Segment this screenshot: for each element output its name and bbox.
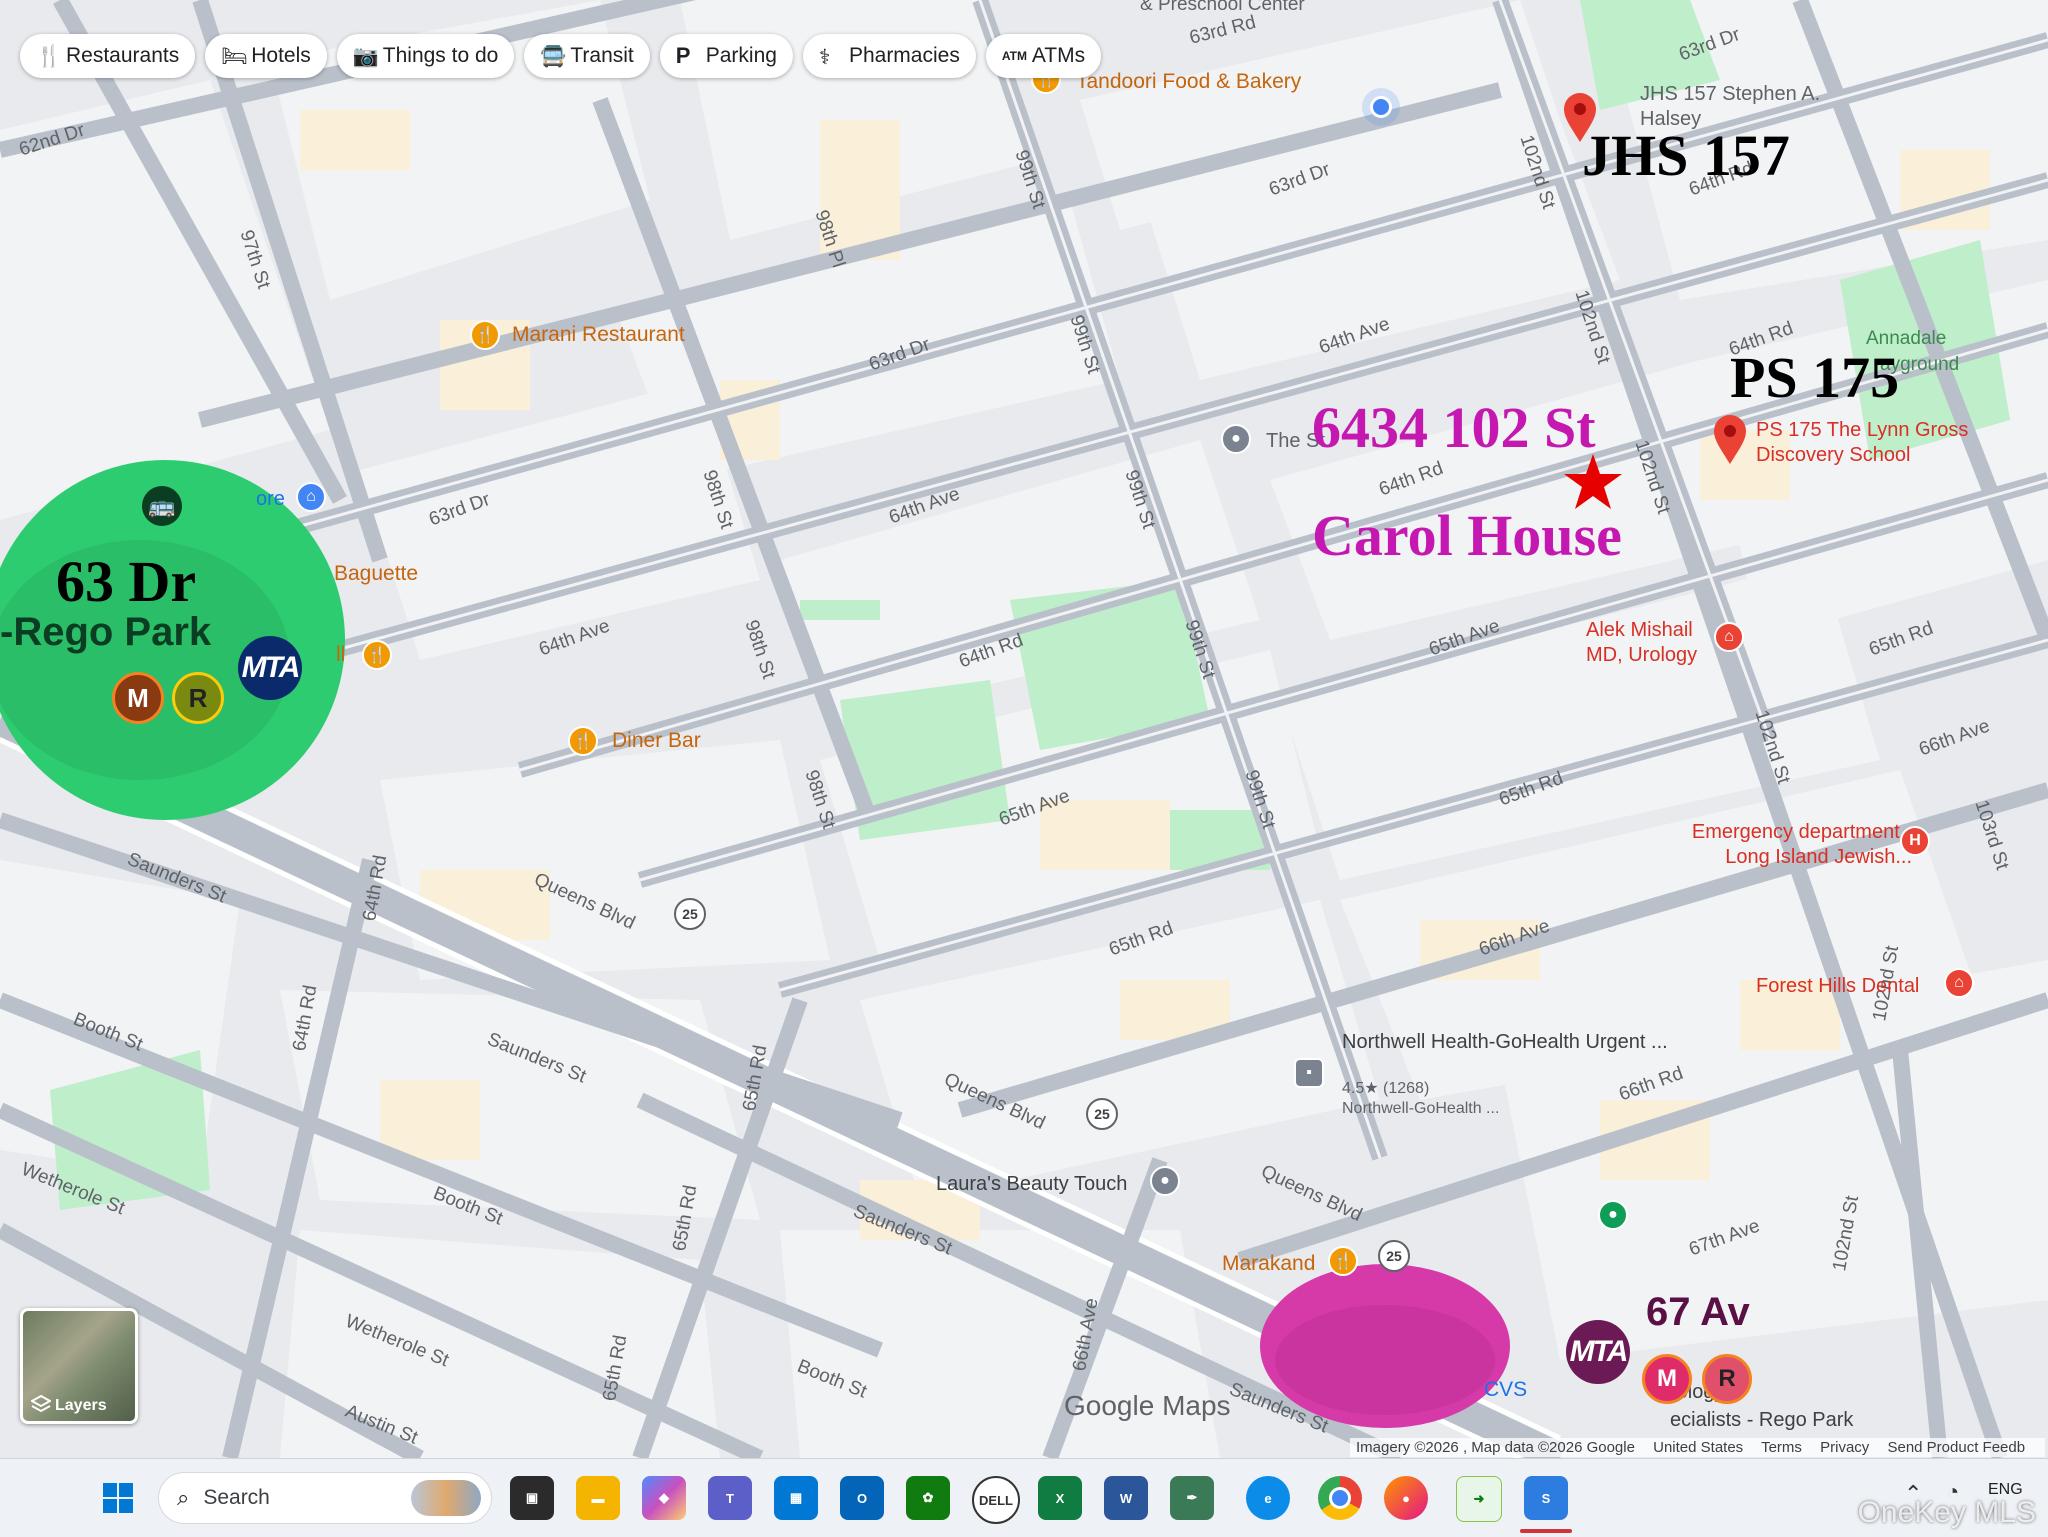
annotation-address: 6434 102 St [1312,395,1596,460]
active-app-indicator [1520,1529,1572,1533]
parking-icon: P [675,43,691,68]
line-r-icon: R [1702,1354,1752,1404]
station-63dr-subtitle: -Rego Park [0,610,212,654]
word-icon[interactable]: W [1104,1476,1148,1520]
fork-knife-icon: 🍴 [36,45,63,68]
route-25-shield: 25 [674,898,706,930]
line-m-icon: M [112,672,164,724]
annotation-carol-house: Carol House [1312,503,1622,568]
pharmacy-icon: ⚕ [818,46,831,69]
red-star-icon [1564,454,1622,509]
restaurant-pin-icon[interactable]: 🍴 [568,726,598,756]
filter-pharmacies[interactable]: ⚕ Pharmacies [802,34,976,78]
excel-icon[interactable]: X [1038,1476,1082,1520]
outlook-icon[interactable]: O [840,1476,884,1520]
poi-ore: ore [256,488,285,510]
dell-icon[interactable]: DELL [972,1476,1020,1524]
file-explorer-icon[interactable]: ▬ [576,1476,620,1520]
attribution-country[interactable]: United States [1653,1439,1743,1456]
filter-hotels[interactable]: 🛏 Hotels [205,34,327,78]
my-location-dot [1370,96,1392,118]
poi-baguette[interactable]: Baguette [334,562,418,586]
restaurant-pin-icon[interactable]: 🍴 [470,320,500,350]
poi-lauras-beauty-touch[interactable]: Laura's Beauty Touch [936,1172,1127,1197]
annotation-ps175: PS 175 [1730,345,1900,410]
privacy-link[interactable]: Privacy [1820,1439,1869,1456]
chrome-icon[interactable] [1318,1476,1362,1520]
filter-parking[interactable]: P Parking [659,34,793,78]
copilot-icon[interactable]: ◆ [642,1476,686,1520]
poi-marakand[interactable]: Marakand [1222,1252,1315,1276]
filter-restaurants[interactable]: 🍴 Restaurants [20,34,196,78]
route-25-shield: 25 [1378,1240,1410,1272]
bus-stop-icon[interactable]: 🚌 [142,486,182,526]
place-pin-icon[interactable]: ● [1150,1166,1180,1196]
poi-northwell-sub: Northwell-GoHealth ... [1342,1100,1500,1117]
store-pin-icon[interactable]: ⌂ [296,482,326,512]
station-67av-name: 67 Av [1646,1290,1750,1334]
camera-icon: 📷 [352,45,379,68]
poi-marani[interactable]: Marani Restaurant [512,323,685,347]
windows-taskbar: ⌕ Search ▣ ▬ ◆ T ▦ O ✿ DELL X W ✒ e ● ➜ … [0,1458,2048,1537]
firefox-icon[interactable]: ● [1384,1476,1428,1520]
snipping-app-icon[interactable]: S [1524,1476,1568,1520]
terms-link[interactable]: Terms [1761,1439,1802,1456]
filter-atms[interactable]: ATM ATMs [985,34,1102,78]
poi-emergency[interactable]: Emergency department - Long Island Jewis… [1662,820,1912,870]
layers-label: Layers [55,1397,107,1414]
edge-icon[interactable]: e [1246,1476,1290,1520]
store-icon[interactable]: ▦ [774,1476,818,1520]
search-icon: ⌕ [177,1485,190,1510]
search-highlight-icon [411,1480,481,1516]
attribution-imagery: Imagery ©2026 , Map data ©2026 Google [1356,1439,1635,1456]
teams-icon[interactable]: T [708,1476,752,1520]
dental-pin-icon[interactable]: ⌂ [1944,968,1974,998]
place-pin-icon[interactable]: ● [1221,424,1251,454]
poi-alek[interactable]: Alek Mishail MD, Urology [1586,618,1706,668]
task-view-icon[interactable]: ▣ [510,1476,554,1520]
clinic-pin-icon[interactable]: ▪ [1294,1058,1324,1088]
medical-pin-icon[interactable]: ⌂ [1714,622,1744,652]
bed-icon: 🛏 [221,45,248,68]
poi-preschool: & Preschool Center [1140,0,1305,15]
pen-tool-icon[interactable]: ✒ [1170,1476,1214,1520]
atm-icon: ATM [1001,49,1027,63]
google-maps-logo: Google Maps [1064,1390,1231,1421]
restaurant-pin-icon[interactable]: 🍴 [1328,1246,1358,1276]
taskbar-search-label: Search [203,1486,270,1509]
mta-logo: MTA [238,636,302,700]
poi-rego-park-specialists: ecialists - Rego Park [1670,1409,1854,1431]
category-filter-bar: 🍴 Restaurants 🛏 Hotels 📷 Things to do 🚍 Tran… [20,34,1102,78]
line-r-icon: R [172,672,224,724]
line-m-icon: M [1642,1354,1692,1404]
layers-icon [31,1395,51,1413]
attribution-bar: Imagery ©2026 , Map data ©2026 Google Un… [1350,1438,2046,1457]
annotation-jhs157: JHS 157 [1582,123,1790,188]
poi-ll: ll [336,643,346,666]
poi-tandoori[interactable]: Tandoori Food & Bakery [1076,70,1301,94]
school-pin-icon[interactable] [1712,414,1748,466]
green-arrow-app-icon[interactable]: ➜ [1456,1476,1502,1522]
poi-forest-hills-dental[interactable]: Forest Hills Dental [1756,974,1919,999]
poi-cvs[interactable]: CVS [1484,1378,1527,1402]
restaurant-pin-icon[interactable]: 🍴 [362,640,392,670]
mta-logo: MTA [1566,1320,1630,1384]
layers-button[interactable]: Layers [20,1308,138,1424]
bus-icon: 🚍 [540,45,567,68]
poi-northwell-rating: 4.5★ (1268) [1342,1080,1430,1097]
route-25-shield: 25 [1086,1098,1118,1130]
solitaire-icon[interactable]: ✿ [906,1476,950,1520]
poi-northwell-name[interactable]: Northwell Health-GoHealth Urgent ... [1342,1030,1668,1055]
windows-start-icon[interactable] [96,1476,140,1520]
station-63dr-name: 63 Dr [56,549,197,614]
hospital-pin-icon[interactable]: H [1900,826,1930,856]
green-pin-icon[interactable]: ● [1598,1200,1628,1230]
poi-diner[interactable]: Diner Bar [612,729,701,753]
taskbar-search[interactable]: ⌕ Search [158,1472,492,1524]
feedback-link[interactable]: Send Product Feedb [1887,1439,2025,1456]
filter-things-to-do[interactable]: 📷 Things to do [336,34,515,78]
poi-ps175[interactable]: PS 175 The Lynn Gross Discovery School [1756,418,2006,468]
filter-transit[interactable]: 🚍 Transit [524,34,650,78]
watermark: OneKey MLS [1857,1496,2036,1529]
